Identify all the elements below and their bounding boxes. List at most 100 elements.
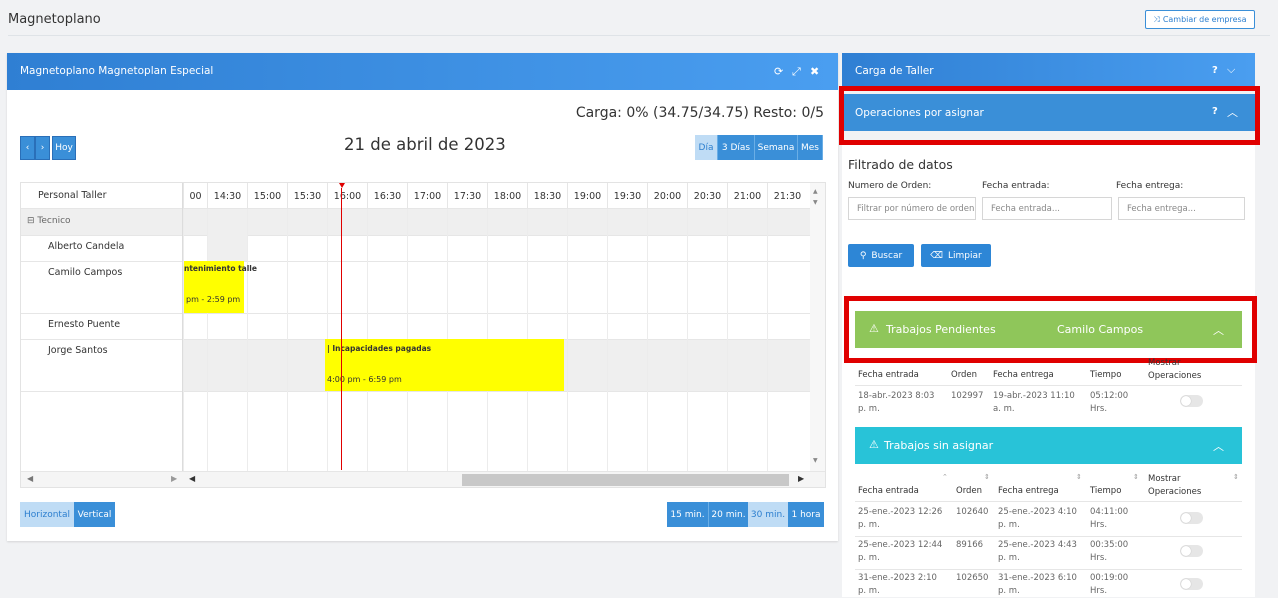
grid-line	[21, 391, 825, 392]
order-input[interactable]: Filtrar por número de orden	[848, 197, 976, 220]
refresh-icon[interactable]: ⟳	[774, 65, 783, 78]
help-icon[interactable]: ?	[1212, 65, 1218, 76]
scroll-thumb[interactable]	[462, 474, 789, 486]
person-row-label: Camilo Campos	[48, 267, 123, 278]
show-operations-toggle[interactable]	[1180, 395, 1203, 407]
row-divider	[855, 501, 1242, 502]
person-row-label: Ernesto Puente	[48, 319, 121, 330]
time-header-cell: 14:30	[207, 183, 247, 209]
interval-30-button[interactable]: 30 min.	[748, 502, 788, 527]
scroll-up-icon[interactable]: ▲	[813, 188, 818, 195]
scheduler-title: Magnetoplano Magnetoplan Especial	[20, 65, 214, 77]
time-header-cell: 21:00	[727, 183, 767, 209]
col-entry[interactable]: Fecha entrada	[858, 370, 919, 380]
grid-line	[21, 313, 825, 314]
scheduler-header: Magnetoplano Magnetoplan Especial ⟳ ⤢ ✖	[7, 53, 838, 90]
app-title: Magnetoplano	[8, 12, 101, 27]
scroll-left-icon[interactable]: ◀	[27, 474, 33, 483]
delivery-label: Fecha entrega:	[1116, 181, 1184, 191]
next-button[interactable]: ›	[35, 136, 50, 160]
sort-icon[interactable]: ⇕	[1233, 473, 1239, 481]
col-time[interactable]: Tiempo	[1090, 486, 1121, 496]
vertical-scrollbar[interactable]	[810, 183, 825, 473]
clear-label: Limpiar	[948, 250, 982, 261]
time-header-cell: 15:00	[247, 183, 287, 209]
grid-column-line	[247, 209, 248, 471]
person-row-label: Jorge Santos	[48, 345, 108, 356]
highlight-box	[844, 296, 1257, 363]
entry-date-input[interactable]: Fecha entrada...	[982, 197, 1112, 220]
grid-line	[21, 261, 825, 262]
unassigned-header[interactable]: ⚠ Trabajos sin asignar ︿	[855, 427, 1242, 464]
view-week-button[interactable]: Semana	[755, 135, 798, 160]
vertical-button[interactable]: Vertical	[74, 502, 115, 527]
col-show[interactable]: Mostrar Operaciones	[1148, 357, 1208, 383]
collapse-icon[interactable]: ✖	[810, 65, 819, 78]
grid-line	[21, 235, 825, 236]
row-divider	[855, 536, 1242, 537]
prev-button[interactable]: ‹	[20, 136, 35, 160]
col-order[interactable]: Orden	[956, 486, 982, 496]
scroll-right-icon[interactable]: ▶	[798, 474, 804, 483]
date-title: 21 de abril de 2023	[344, 135, 506, 154]
time-header-cell: 15:30	[287, 183, 327, 209]
time-header-cell: 16:00	[327, 183, 367, 209]
view-day-button[interactable]: Día	[695, 135, 718, 160]
show-operations-toggle[interactable]	[1180, 545, 1203, 557]
chevron-down-icon[interactable]: ⌵	[1227, 63, 1235, 77]
col-delivery[interactable]: Fecha entrega	[998, 486, 1059, 496]
grid-column-line	[607, 209, 608, 471]
col-entry[interactable]: Fecha entrada	[858, 486, 919, 496]
group-name: Tecnico	[37, 216, 71, 226]
order-label: Numero de Orden:	[848, 181, 932, 191]
clear-button[interactable]: ⌫ Limpiar	[921, 244, 991, 267]
change-company-label: Cambiar de empresa	[1162, 15, 1247, 24]
interval-15-button[interactable]: 15 min.	[667, 502, 708, 527]
show-operations-toggle[interactable]	[1180, 578, 1203, 590]
scroll-down-icon[interactable]: ▼	[813, 457, 818, 464]
cell-entry: 18-abr.-2023 8:03 p. m.	[858, 391, 935, 414]
col-order[interactable]: Orden	[951, 370, 977, 380]
col-time[interactable]: Tiempo	[1090, 370, 1121, 380]
event-block[interactable]: ntenimiento talle pm - 2:59 pm	[184, 261, 257, 313]
time-header-cell: 19:30	[607, 183, 647, 209]
cell-time: 00:19:00 Hrs.	[1090, 573, 1129, 596]
delivery-date-input[interactable]: Fecha entrega...	[1118, 197, 1245, 220]
search-icon: ⚲	[859, 250, 867, 261]
expand-icon[interactable]: ⤢	[792, 65, 801, 79]
scroll-right-icon[interactable]: ▶	[171, 474, 177, 483]
grid-column-line	[687, 209, 688, 471]
event-time: pm - 2:59 pm	[186, 295, 241, 304]
search-button[interactable]: ⚲ Buscar	[848, 244, 914, 267]
sort-icon[interactable]: ⌃	[942, 473, 948, 481]
interval-60-button[interactable]: 1 hora	[788, 502, 824, 527]
interval-20-button[interactable]: 20 min.	[708, 502, 748, 527]
carga-taller-header[interactable]: Carga de Taller ? ⌵	[842, 53, 1255, 90]
group-label[interactable]: ⊟ Tecnico	[27, 216, 71, 226]
cell-delivery: 31-ene.-2023 6:10 p. m.	[998, 573, 1077, 596]
col-delivery[interactable]: Fecha entrega	[993, 370, 1054, 380]
resource-header: Personal Taller	[38, 190, 107, 201]
cell-entry: 25-ene.-2023 12:44 p. m.	[858, 540, 943, 563]
sort-icon[interactable]: ⇕	[1133, 473, 1139, 481]
show-operations-toggle[interactable]	[1180, 512, 1203, 524]
scheduler-panel: Magnetoplano Magnetoplan Especial ⟳ ⤢ ✖ …	[7, 53, 838, 541]
sort-icon[interactable]: ⇕	[984, 473, 990, 481]
right-panel: Carga de Taller ? ⌵ Operaciones por asig…	[839, 53, 1260, 597]
sort-icon[interactable]: ⇕	[1076, 473, 1082, 481]
col-show[interactable]: Mostrar Operaciones	[1148, 473, 1208, 499]
scroll-left-icon[interactable]: ◀	[189, 474, 195, 483]
view-3days-button[interactable]: 3 Días	[718, 135, 755, 160]
shaded-cell	[207, 235, 247, 261]
horizontal-button[interactable]: Horizontal	[20, 502, 74, 527]
view-month-button[interactable]: Mes	[798, 135, 823, 160]
cell-order: 102650	[956, 573, 989, 583]
today-button[interactable]: Hoy	[52, 136, 76, 160]
chevron-left-icon: ‹	[25, 143, 30, 153]
cell-entry: 25-ene.-2023 12:26 p. m.	[858, 507, 943, 530]
event-block[interactable]: | Incapacidades pagadas 4:00 pm - 6:59 p…	[325, 339, 564, 391]
cell-order: 89166	[956, 540, 984, 550]
scroll-down-icon[interactable]: ▼	[813, 199, 818, 206]
chevron-up-icon[interactable]: ︿	[1213, 438, 1224, 454]
change-company-button[interactable]: ⤨ Cambiar de empresa	[1145, 10, 1255, 29]
